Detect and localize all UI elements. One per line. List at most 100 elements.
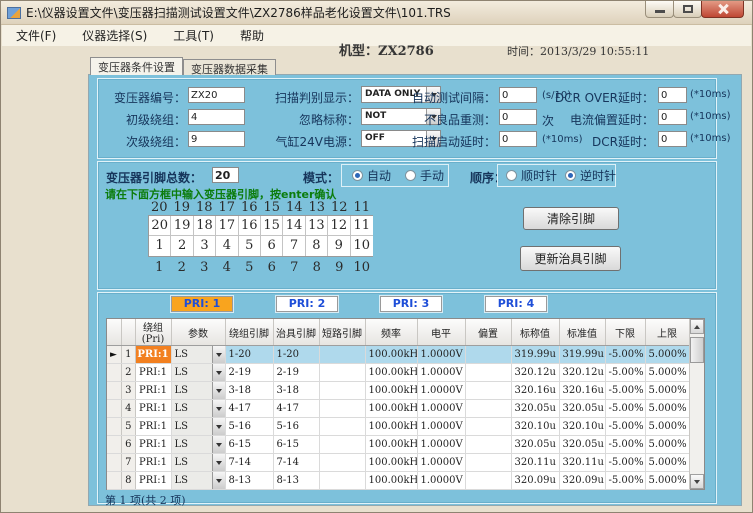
row-number[interactable]: 3 bbox=[121, 382, 135, 400]
pin-input-cell[interactable]: 8 bbox=[306, 236, 328, 256]
upper-limit-cell[interactable]: 5.000% bbox=[645, 382, 689, 400]
table-row[interactable]: 5 PRI:1 LS 5-16 5-16 100.00kHz 1.0000V 3… bbox=[107, 418, 689, 436]
table-row[interactable]: 2 PRI:1 LS 2-19 2-19 100.00kHz 1.0000V 3… bbox=[107, 364, 689, 382]
param-cell[interactable]: LS bbox=[171, 346, 225, 364]
row-number[interactable]: 7 bbox=[121, 454, 135, 472]
standard-cell[interactable]: 320.09u bbox=[559, 472, 605, 490]
title-bar[interactable]: E:\仪器设置文件\变压器扫描测试设置文件\ZX2786样品老化设置文件\101… bbox=[1, 1, 752, 25]
winding-pins-cell[interactable]: 4-17 bbox=[225, 400, 273, 418]
fixture-pins-cell[interactable]: 5-16 bbox=[273, 418, 319, 436]
table-row[interactable]: ► 1 PRI:1 LS 1-20 1-20 100.00kHz 1.0000V… bbox=[107, 346, 689, 364]
pin-input-cell[interactable]: 17 bbox=[216, 216, 238, 236]
level-cell[interactable]: 1.0000V bbox=[417, 472, 465, 490]
frequency-cell[interactable]: 100.00kHz bbox=[365, 346, 417, 364]
lower-limit-cell[interactable]: -5.00% bbox=[605, 418, 645, 436]
scrollbar-thumb[interactable] bbox=[690, 337, 704, 363]
winding-pins-cell[interactable]: 6-15 bbox=[225, 436, 273, 454]
lower-limit-cell[interactable]: -5.00% bbox=[605, 454, 645, 472]
lower-limit-cell[interactable]: -5.00% bbox=[605, 436, 645, 454]
pri-3-button[interactable]: PRI: 3 bbox=[380, 296, 442, 312]
row-number[interactable]: 2 bbox=[121, 364, 135, 382]
short-pins-cell[interactable] bbox=[319, 400, 365, 418]
winding-pins-cell[interactable]: 7-14 bbox=[225, 454, 273, 472]
short-pins-cell[interactable] bbox=[319, 472, 365, 490]
retest-defects-input[interactable] bbox=[499, 109, 537, 125]
param-dropdown-button[interactable] bbox=[212, 454, 225, 471]
header-standard[interactable]: 标准值 bbox=[559, 319, 605, 346]
nominal-cell[interactable]: 320.12u bbox=[511, 364, 559, 382]
order-counterclockwise-radio[interactable]: 逆时针 bbox=[565, 167, 616, 184]
bias-cell[interactable] bbox=[465, 472, 511, 490]
param-cell[interactable]: LS bbox=[171, 382, 225, 400]
bias-cell[interactable] bbox=[465, 400, 511, 418]
pin-input-cell[interactable]: 4 bbox=[216, 236, 238, 256]
pin-input-cell[interactable]: 7 bbox=[283, 236, 305, 256]
frequency-cell[interactable]: 100.00kHz bbox=[365, 436, 417, 454]
short-pins-cell[interactable] bbox=[319, 454, 365, 472]
fixture-pins-cell[interactable]: 4-17 bbox=[273, 400, 319, 418]
level-cell[interactable]: 1.0000V bbox=[417, 436, 465, 454]
pri-4-button[interactable]: PRI: 4 bbox=[485, 296, 547, 312]
lower-limit-cell[interactable]: -5.00% bbox=[605, 400, 645, 418]
bias-cell[interactable] bbox=[465, 382, 511, 400]
param-dropdown-button[interactable] bbox=[212, 364, 225, 381]
frequency-cell[interactable]: 100.00kHz bbox=[365, 472, 417, 490]
auto-test-interval-input[interactable] bbox=[499, 87, 537, 103]
tab-transformer-conditions[interactable]: 变压器条件设置 bbox=[90, 57, 183, 75]
minimize-button[interactable] bbox=[645, 1, 674, 18]
param-cell[interactable]: LS bbox=[171, 436, 225, 454]
level-cell[interactable]: 1.0000V bbox=[417, 400, 465, 418]
level-cell[interactable]: 1.0000V bbox=[417, 346, 465, 364]
frequency-cell[interactable]: 100.00kHz bbox=[365, 382, 417, 400]
param-cell[interactable]: LS bbox=[171, 364, 225, 382]
row-number[interactable]: 5 bbox=[121, 418, 135, 436]
short-pins-cell[interactable] bbox=[319, 364, 365, 382]
menu-instrument-select[interactable]: 仪器选择(S) bbox=[82, 27, 147, 44]
fixture-pins-cell[interactable]: 2-19 bbox=[273, 364, 319, 382]
param-dropdown-button[interactable] bbox=[212, 418, 225, 435]
winding-pins-cell[interactable]: 5-16 bbox=[225, 418, 273, 436]
bias-cell[interactable] bbox=[465, 454, 511, 472]
short-pins-cell[interactable] bbox=[319, 436, 365, 454]
pin-total-input[interactable] bbox=[212, 167, 239, 183]
param-dropdown-button[interactable] bbox=[212, 472, 225, 489]
pin-input-cell[interactable]: 10 bbox=[351, 236, 373, 256]
pin-input-cell[interactable]: 2 bbox=[171, 236, 193, 256]
scan-start-delay-input[interactable] bbox=[499, 131, 537, 147]
param-cell[interactable]: LS bbox=[171, 454, 225, 472]
menu-tools[interactable]: 工具(T) bbox=[173, 27, 214, 44]
transformer-number-input[interactable] bbox=[188, 87, 245, 103]
winding-cell[interactable]: PRI:1 bbox=[135, 364, 171, 382]
pri-2-button[interactable]: PRI: 2 bbox=[276, 296, 338, 312]
winding-pins-cell[interactable]: 2-19 bbox=[225, 364, 273, 382]
table-row[interactable]: 3 PRI:1 LS 3-18 3-18 100.00kHz 1.0000V 3… bbox=[107, 382, 689, 400]
nominal-cell[interactable]: 320.16u bbox=[511, 382, 559, 400]
param-cell[interactable]: LS bbox=[171, 400, 225, 418]
order-clockwise-radio[interactable]: 顺时针 bbox=[506, 167, 557, 184]
upper-limit-cell[interactable]: 5.000% bbox=[645, 364, 689, 382]
fixture-pins-cell[interactable]: 7-14 bbox=[273, 454, 319, 472]
standard-cell[interactable]: 320.05u bbox=[559, 400, 605, 418]
param-dropdown-button[interactable] bbox=[212, 346, 225, 363]
tab-transformer-data-capture[interactable]: 变压器数据采集 bbox=[183, 59, 276, 75]
frequency-cell[interactable]: 100.00kHz bbox=[365, 454, 417, 472]
level-cell[interactable]: 1.0000V bbox=[417, 418, 465, 436]
pin-input-cell[interactable]: 18 bbox=[194, 216, 216, 236]
nominal-cell[interactable]: 320.05u bbox=[511, 436, 559, 454]
primary-windings-input[interactable] bbox=[188, 109, 245, 125]
lower-limit-cell[interactable]: -5.00% bbox=[605, 364, 645, 382]
upper-limit-cell[interactable]: 5.000% bbox=[645, 472, 689, 490]
update-fixture-pins-button[interactable]: 更新治具引脚 bbox=[520, 246, 621, 271]
pin-input-cell[interactable]: 12 bbox=[328, 216, 350, 236]
menu-file[interactable]: 文件(F) bbox=[16, 27, 56, 44]
pin-input-cell[interactable]: 19 bbox=[171, 216, 193, 236]
nominal-cell[interactable]: 320.10u bbox=[511, 418, 559, 436]
pin-input-cell[interactable]: 1 bbox=[149, 236, 171, 256]
pin-input-cell[interactable]: 9 bbox=[328, 236, 350, 256]
param-cell[interactable]: LS bbox=[171, 418, 225, 436]
header-bias[interactable]: 偏置 bbox=[465, 319, 511, 346]
pin-input-cell[interactable]: 13 bbox=[306, 216, 328, 236]
standard-cell[interactable]: 320.12u bbox=[559, 364, 605, 382]
header-fixture-pins[interactable]: 治具引脚 bbox=[273, 319, 319, 346]
header-winding-pins[interactable]: 绕组引脚 bbox=[225, 319, 273, 346]
